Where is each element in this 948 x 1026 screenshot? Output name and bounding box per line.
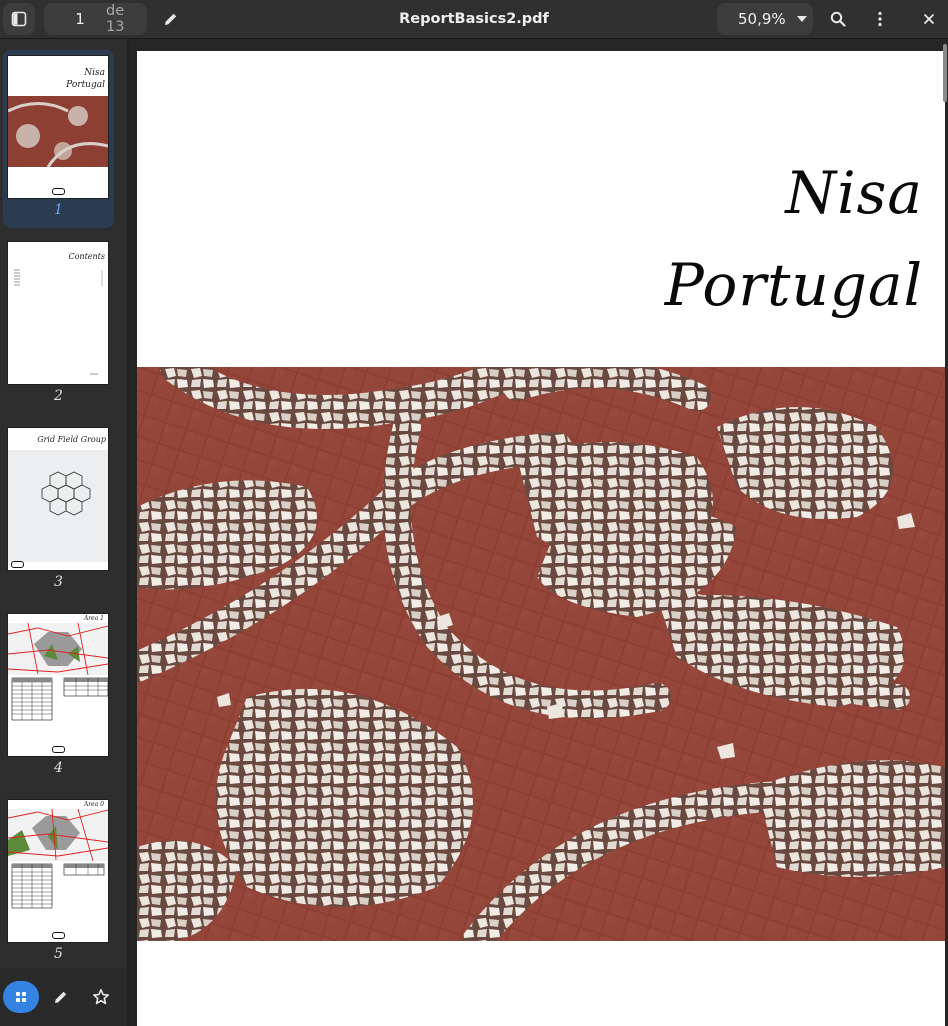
zoom-level: 50,9% xyxy=(738,10,786,28)
document-title: ReportBasics2.pdf xyxy=(399,11,549,27)
thumbnail-page-4[interactable]: Area 1 4 xyxy=(3,608,114,786)
search-button[interactable] xyxy=(822,3,854,35)
thumbnail-page-3[interactable]: Grid Field Group 3 xyxy=(3,422,114,600)
annotate-button[interactable] xyxy=(155,3,187,35)
close-button[interactable] xyxy=(913,3,945,35)
thumb-map xyxy=(8,808,108,909)
thumbnail-image: Nisa Portugal xyxy=(7,55,109,199)
pdf-page-1: Nisa Portugal xyxy=(137,51,945,1026)
thumb-toc-lines xyxy=(14,269,103,375)
header-bar: de 13 ReportBasics2.pdf 50,9% xyxy=(0,0,948,39)
thumb-logo xyxy=(52,746,65,753)
thumbnails-view-button[interactable] xyxy=(3,981,39,1013)
star-icon xyxy=(92,988,110,1005)
thumbnail-label: 1 xyxy=(54,202,63,218)
menu-button[interactable] xyxy=(864,3,896,35)
zoom-dropdown[interactable]: 50,9% xyxy=(717,3,813,35)
thumbnail-image: Grid Field Group xyxy=(7,427,109,571)
thumbnail-label: 2 xyxy=(54,388,63,404)
sidebar-footer xyxy=(0,968,127,1026)
thumb-map xyxy=(8,622,108,721)
thumb-title-line2: Portugal xyxy=(66,80,105,90)
grid-icon xyxy=(16,992,26,1002)
thumbnail-image: Contents xyxy=(7,241,109,385)
thumbnail-label: 5 xyxy=(54,946,63,962)
annotations-view-button[interactable] xyxy=(43,981,79,1013)
close-icon xyxy=(924,14,934,24)
thumbnail-page-2[interactable]: Contents 2 xyxy=(3,236,114,414)
document-scrollbar[interactable] xyxy=(943,44,947,102)
thumb-logo xyxy=(52,188,65,195)
thumbnail-page-5[interactable]: Area 0 5 xyxy=(3,794,114,972)
cover-title-line2: Portugal xyxy=(664,251,923,319)
page-number-input[interactable] xyxy=(64,10,96,28)
pencil-icon xyxy=(165,13,177,25)
thumb-hex-grid xyxy=(8,450,108,562)
bookmarks-view-button[interactable] xyxy=(83,981,119,1013)
pencil-icon xyxy=(55,991,67,1003)
sidebar-toggle-icon xyxy=(11,11,27,27)
thumbnail-image: Area 0 xyxy=(7,799,109,943)
chevron-down-icon xyxy=(796,16,807,22)
thumbnail-label: 4 xyxy=(54,760,63,776)
cover-title-line1: Nisa xyxy=(785,159,923,227)
thumb-logo xyxy=(11,561,24,568)
cover-mosaic-photo xyxy=(137,367,945,941)
thumbnail-label: 3 xyxy=(54,574,63,590)
document-viewport[interactable]: Nisa Portugal xyxy=(129,39,948,1026)
thumbnail-image: Area 1 xyxy=(7,613,109,757)
page-total-label: de 13 xyxy=(106,3,125,35)
search-icon xyxy=(830,11,846,27)
sidebar-toggle-button[interactable] xyxy=(3,3,35,35)
thumb-title-line1: Nisa xyxy=(84,68,105,78)
page-selector: de 13 xyxy=(44,3,147,35)
thumbnail-sidebar: Nisa Portugal 1 Contents 2 Grid Field Gr… xyxy=(0,39,127,1026)
mosaic-pavement-image xyxy=(137,367,945,941)
thumbnail-page-1[interactable]: Nisa Portugal 1 xyxy=(3,50,114,228)
kebab-menu-icon xyxy=(878,11,882,27)
thumb-mosaic-image xyxy=(8,96,108,167)
thumb-logo xyxy=(52,932,65,939)
